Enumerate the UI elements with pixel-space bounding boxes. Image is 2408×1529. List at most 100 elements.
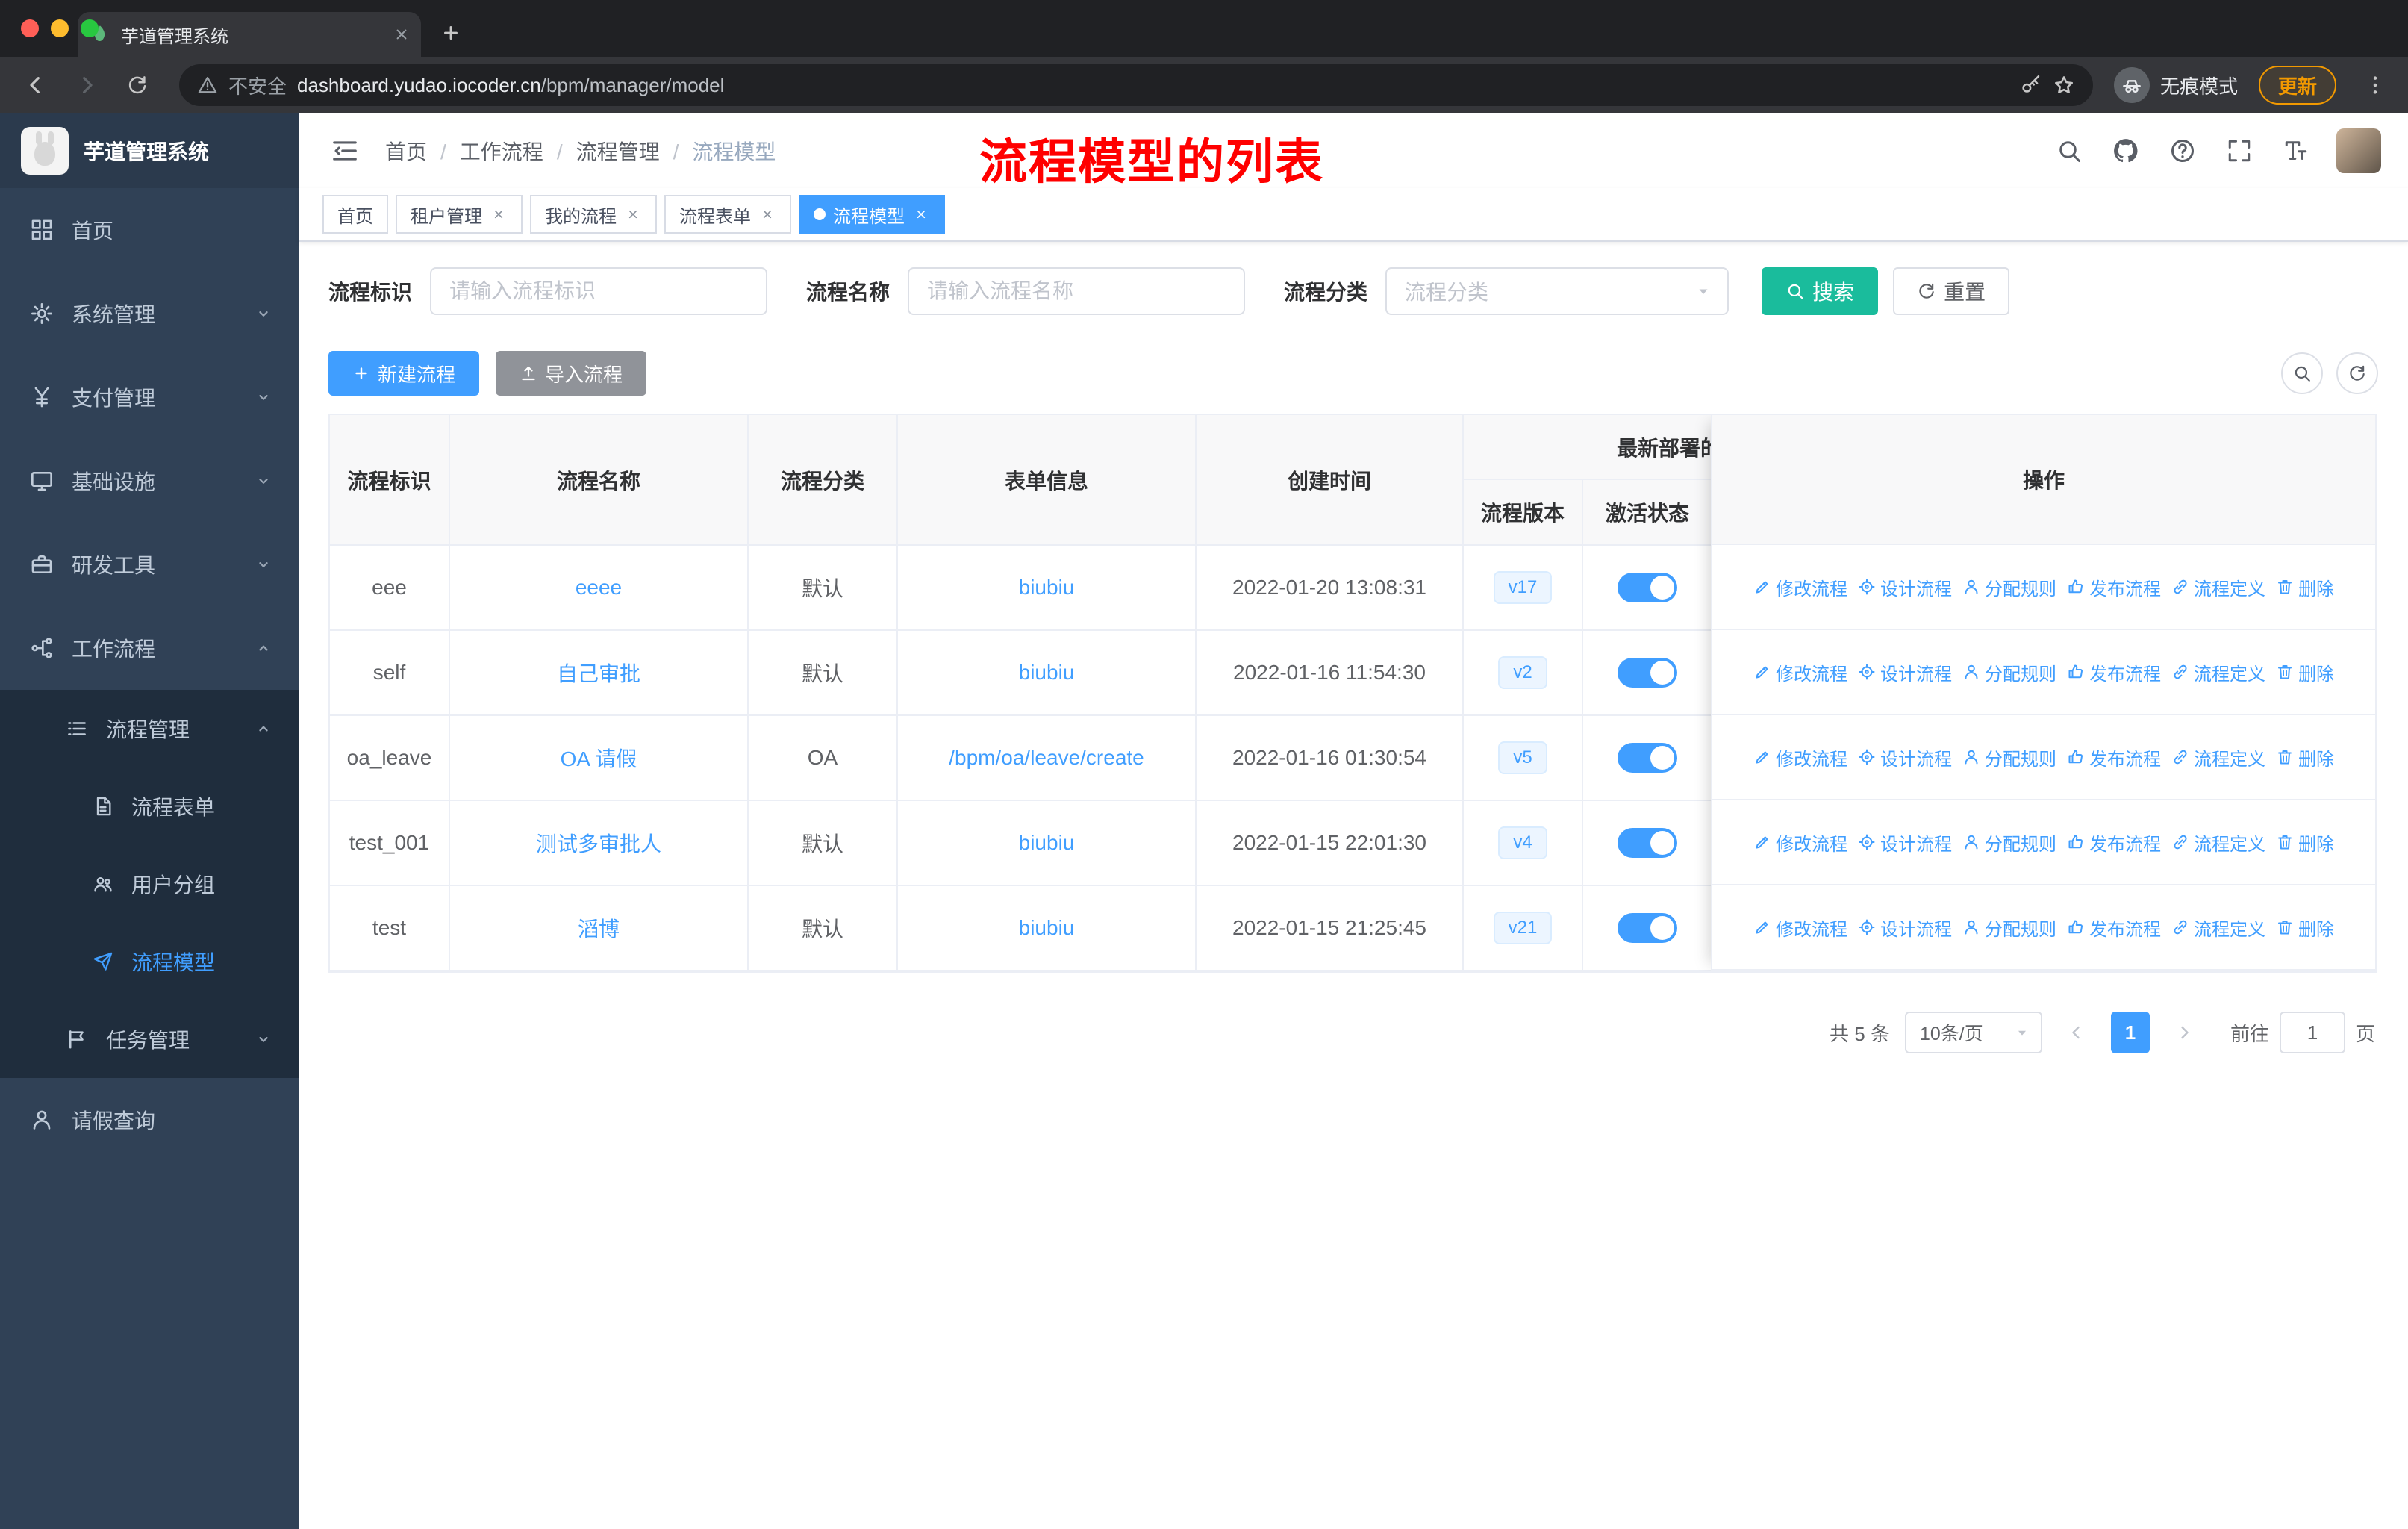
action-delete-link[interactable]: 删除 — [2276, 915, 2334, 941]
sidebar-item-process-model[interactable]: 流程模型 — [0, 923, 299, 1000]
process-name-link[interactable]: 自己审批 — [557, 662, 640, 685]
active-toggle[interactable] — [1618, 828, 1677, 858]
active-toggle[interactable] — [1618, 573, 1677, 602]
action-publish-link[interactable]: 发布流程 — [2067, 915, 2161, 941]
browser-menu-button[interactable] — [2357, 67, 2393, 103]
sidebar-collapse-button[interactable] — [319, 125, 370, 176]
breadcrumb-home[interactable]: 首页 — [385, 136, 427, 166]
action-edit-link[interactable]: 修改流程 — [1753, 659, 1847, 685]
sidebar-item-leave-query[interactable]: 请假查询 — [0, 1078, 299, 1162]
action-assign-rules-link[interactable]: 分配规则 — [1962, 659, 2056, 685]
action-assign-rules-link[interactable]: 分配规则 — [1962, 744, 2056, 770]
action-edit-link[interactable]: 修改流程 — [1753, 829, 1847, 856]
prev-page-button[interactable] — [2057, 1012, 2096, 1053]
active-toggle[interactable] — [1618, 658, 1677, 688]
action-definition-link[interactable]: 流程定义 — [2171, 915, 2265, 941]
sidebar-item-process-management[interactable]: 流程管理 — [0, 690, 299, 767]
action-definition-link[interactable]: 流程定义 — [2171, 744, 2265, 770]
goto-page-input[interactable] — [2279, 1012, 2345, 1053]
sidebar-item-system[interactable]: 系统管理 — [0, 272, 299, 355]
tag-close-icon[interactable] — [490, 205, 508, 223]
sidebar-item-dev-tools[interactable]: 研发工具 — [0, 523, 299, 606]
process-name-input[interactable] — [908, 267, 1246, 315]
tag-process-model[interactable]: 流程模型 — [799, 195, 945, 234]
action-design-link[interactable]: 设计流程 — [1858, 744, 1952, 770]
action-publish-link[interactable]: 发布流程 — [2067, 574, 2161, 600]
close-window-button[interactable] — [21, 19, 39, 37]
help-button[interactable] — [2166, 134, 2199, 167]
process-name-link[interactable]: OA 请假 — [561, 747, 637, 770]
next-page-button[interactable] — [2165, 1012, 2203, 1053]
action-publish-link[interactable]: 发布流程 — [2067, 744, 2161, 770]
header-search-button[interactable] — [2053, 134, 2086, 167]
tag-my-process[interactable]: 我的流程 — [530, 195, 657, 234]
action-definition-link[interactable]: 流程定义 — [2171, 659, 2265, 685]
action-delete-link[interactable]: 删除 — [2276, 744, 2334, 770]
form-info-link[interactable]: biubiu — [1019, 661, 1075, 684]
reset-button[interactable]: 重置 — [1893, 267, 2010, 315]
form-info-link[interactable]: biubiu — [1019, 831, 1075, 854]
sidebar-item-process-form[interactable]: 流程表单 — [0, 767, 299, 845]
sidebar-item-home[interactable]: 首页 — [0, 188, 299, 272]
address-bar[interactable]: 不安全 dashboard.yudao.iocoder.cn/bpm/manag… — [179, 64, 2093, 106]
form-info-link[interactable]: /bpm/oa/leave/create — [949, 746, 1144, 769]
search-button[interactable]: 搜索 — [1762, 267, 1879, 315]
action-delete-link[interactable]: 删除 — [2276, 829, 2334, 856]
user-avatar[interactable] — [2336, 128, 2381, 173]
sidebar-item-payment[interactable]: 支付管理 — [0, 355, 299, 439]
process-id-input[interactable] — [430, 267, 768, 315]
fullscreen-button[interactable] — [2223, 134, 2256, 167]
tag-process-form[interactable]: 流程表单 — [664, 195, 791, 234]
zoom-window-button[interactable] — [81, 19, 99, 37]
action-publish-link[interactable]: 发布流程 — [2067, 829, 2161, 856]
action-assign-rules-link[interactable]: 分配规则 — [1962, 915, 2056, 941]
action-delete-link[interactable]: 删除 — [2276, 574, 2334, 600]
action-assign-rules-link[interactable]: 分配规则 — [1962, 574, 2056, 600]
action-edit-link[interactable]: 修改流程 — [1753, 574, 1847, 600]
action-edit-link[interactable]: 修改流程 — [1753, 744, 1847, 770]
browser-update-button[interactable]: 更新 — [2258, 66, 2336, 105]
font-size-button[interactable] — [2280, 134, 2312, 167]
reload-button[interactable] — [116, 64, 158, 106]
action-delete-link[interactable]: 删除 — [2276, 659, 2334, 685]
action-design-link[interactable]: 设计流程 — [1858, 829, 1952, 856]
bookmark-star-icon[interactable] — [2053, 74, 2075, 96]
process-category-select[interactable]: 流程分类 — [1385, 267, 1729, 315]
import-process-button[interactable]: 导入流程 — [496, 351, 647, 396]
password-key-icon[interactable] — [2020, 74, 2042, 96]
toggle-search-button[interactable] — [2281, 352, 2323, 394]
process-name-link[interactable]: eeee — [576, 576, 622, 599]
action-edit-link[interactable]: 修改流程 — [1753, 915, 1847, 941]
tag-close-icon[interactable] — [758, 205, 776, 223]
browser-tab[interactable]: 芋道管理系统 — [78, 12, 421, 57]
form-info-link[interactable]: biubiu — [1019, 916, 1075, 939]
tab-close-icon[interactable] — [394, 27, 409, 42]
page-size-select[interactable]: 10条/页 — [1904, 1012, 2042, 1053]
current-page-button[interactable]: 1 — [2110, 1012, 2150, 1053]
sidebar-item-workflow[interactable]: 工作流程 — [0, 606, 299, 690]
action-publish-link[interactable]: 发布流程 — [2067, 659, 2161, 685]
refresh-table-button[interactable] — [2336, 352, 2378, 394]
sidebar-item-task-management[interactable]: 任务管理 — [0, 1000, 299, 1078]
action-definition-link[interactable]: 流程定义 — [2171, 829, 2265, 856]
action-assign-rules-link[interactable]: 分配规则 — [1962, 829, 2056, 856]
active-toggle[interactable] — [1618, 743, 1677, 773]
tag-close-icon[interactable] — [624, 205, 642, 223]
sidebar-item-infrastructure[interactable]: 基础设施 — [0, 439, 299, 523]
action-design-link[interactable]: 设计流程 — [1858, 915, 1952, 941]
action-design-link[interactable]: 设计流程 — [1858, 659, 1952, 685]
process-name-link[interactable]: 滔博 — [578, 918, 620, 941]
new-tab-button[interactable] — [430, 12, 472, 54]
create-process-button[interactable]: 新建流程 — [328, 351, 480, 396]
tag-tenant-management[interactable]: 租户管理 — [396, 195, 523, 234]
action-definition-link[interactable]: 流程定义 — [2171, 574, 2265, 600]
security-label[interactable]: 不安全 — [228, 72, 287, 99]
tag-close-icon[interactable] — [912, 205, 930, 223]
breadcrumb-process-management[interactable]: 流程管理 — [543, 136, 660, 166]
tag-home[interactable]: 首页 — [322, 195, 388, 234]
sidebar-item-user-group[interactable]: 用户分组 — [0, 845, 299, 923]
action-design-link[interactable]: 设计流程 — [1858, 574, 1952, 600]
back-button[interactable] — [15, 64, 57, 106]
active-toggle[interactable] — [1618, 913, 1677, 943]
forward-button[interactable] — [66, 64, 107, 106]
